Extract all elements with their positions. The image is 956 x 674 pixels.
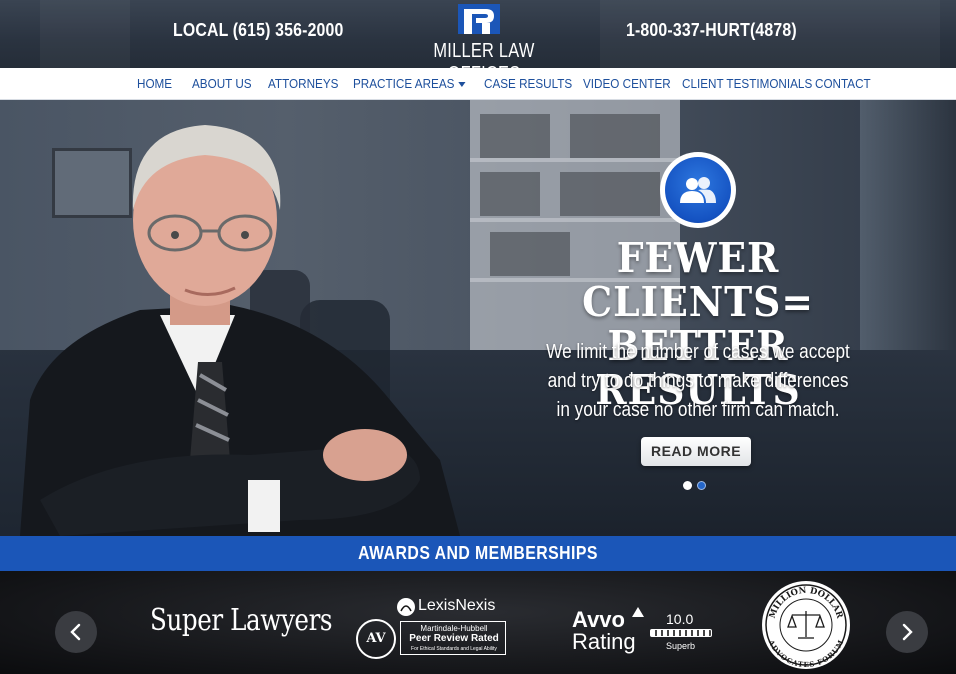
nav-item-case-results[interactable]: CASE RESULTS <box>484 76 572 91</box>
awards-header-bar: AWARDS AND MEMBERSHIPS <box>0 536 956 571</box>
slider-dot-2[interactable] <box>697 481 706 490</box>
nav-item-home[interactable]: HOME <box>137 76 172 91</box>
hero-subtext-line2: and try to do things to make differences <box>547 370 849 392</box>
hero-slider: FEWER CLIENTS= BETTER RESULTS We limit t… <box>0 100 956 536</box>
hero-subtext-line1: We limit the number of cases we accept <box>546 341 850 363</box>
chevron-left-icon <box>70 623 81 641</box>
logo-mark-icon <box>458 4 500 34</box>
peer-review-box: Martindale-Hubbell Peer Review Rated For… <box>400 621 506 655</box>
logo-text: MILLER LAW OFFICES <box>433 40 535 68</box>
avvo-score-bar <box>650 629 712 637</box>
av-rating-badge: AV <box>356 619 396 659</box>
hero-subtext-line3: in your case no other firm can match. <box>556 399 840 421</box>
bookcase-shelf <box>470 158 680 162</box>
site-logo[interactable]: MILLER LAW OFFICES <box>404 4 564 68</box>
caret-down-icon <box>458 82 466 88</box>
slider-dot-1[interactable] <box>683 481 692 490</box>
attorney-photo <box>20 125 460 536</box>
lexisnexis-martindale-logo[interactable]: LexisNexis AV Martindale-Hubbell Peer Re… <box>356 597 506 659</box>
super-lawyers-logo[interactable]: Super Lawyers <box>150 603 333 638</box>
martindale-label: Martindale-Hubbell <box>420 624 488 633</box>
awards-title: AWARDS AND MEMBERSHIPS <box>358 543 598 563</box>
lexisnexis-globe-icon <box>397 598 415 616</box>
main-nav: HOME ABOUT US ATTORNEYS PRACTICE AREAS C… <box>0 68 956 100</box>
avvo-grade: Superb <box>666 641 696 651</box>
background-shelf <box>40 0 130 68</box>
books <box>560 172 660 216</box>
site-header: LOCAL (615) 356-2000 MILLER LAW OFFICES … <box>0 0 956 68</box>
bookcase-shelf <box>470 218 680 222</box>
million-dollar-advocates-seal[interactable]: MILLION DOLLAR ADVOCATES FORUM <box>760 579 852 671</box>
nav-item-about-us[interactable]: ABOUT US <box>192 76 252 91</box>
carousel-prev-button[interactable] <box>55 611 97 653</box>
books <box>480 172 540 216</box>
people-icon <box>680 177 716 203</box>
avvo-rating-label: Rating <box>572 629 636 654</box>
carousel-next-button[interactable] <box>886 611 928 653</box>
nav-item-video-center[interactable]: VIDEO CENTER <box>583 76 671 91</box>
tollfree-phone-link[interactable]: 1-800-337-HURT(4878) <box>626 20 797 41</box>
nav-item-contact[interactable]: CONTACT <box>815 76 871 91</box>
peer-review-label: Peer Review Rated <box>409 633 499 644</box>
lexisnexis-brand: LexisNexis <box>418 597 496 614</box>
read-more-button[interactable]: READ MORE <box>641 437 751 466</box>
awards-carousel: Super Lawyers LexisNexis AV Martindale-H… <box>0 571 956 674</box>
nav-item-client-testimonials[interactable]: CLIENT TESTIMONIALS <box>682 76 812 91</box>
hero-headline-line1: FEWER CLIENTS= <box>582 234 814 326</box>
books <box>570 114 660 158</box>
hero-subtext: We limit the number of cases we accept a… <box>536 338 859 425</box>
hero-icon-badge <box>660 152 736 228</box>
avvo-rating-logo[interactable]: Avvo Rating 10.0 Superb <box>570 607 720 657</box>
nav-item-practice-areas-label: PRACTICE AREAS <box>353 76 455 91</box>
chevron-right-icon <box>902 623 913 641</box>
ethical-standards-label: For Ethical Standards and Legal Ability <box>411 646 497 652</box>
avvo-arrow-icon <box>632 607 644 617</box>
avvo-score: 10.0 <box>666 611 694 627</box>
books <box>480 114 550 158</box>
nav-item-practice-areas[interactable]: PRACTICE AREAS <box>353 76 466 91</box>
nav-item-attorneys[interactable]: ATTORNEYS <box>268 76 338 91</box>
local-phone-link[interactable]: LOCAL (615) 356-2000 <box>173 20 344 41</box>
